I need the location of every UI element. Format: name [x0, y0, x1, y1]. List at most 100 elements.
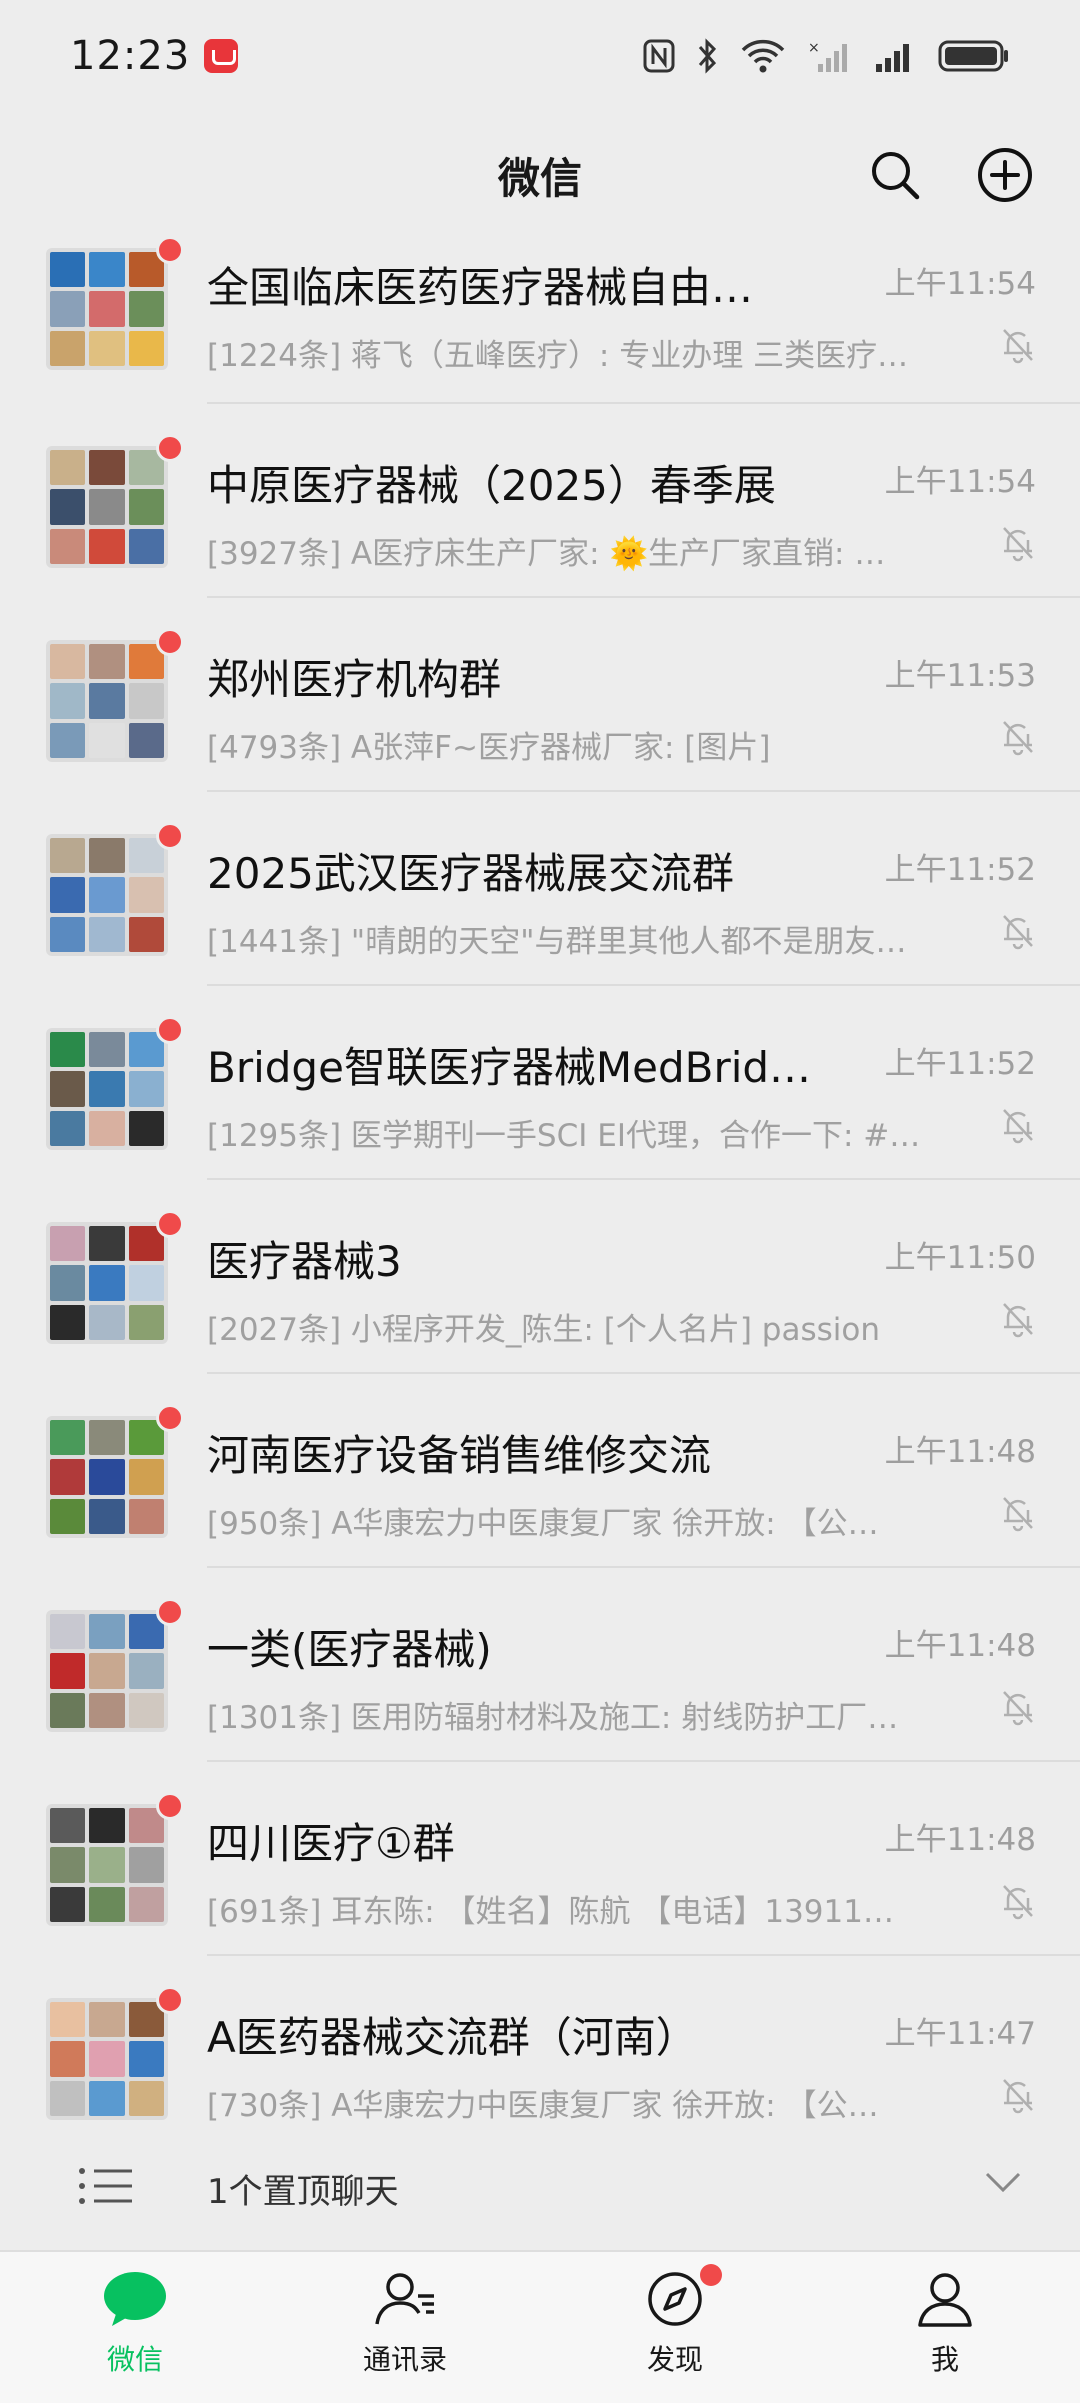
member-thumbnail: [50, 330, 86, 366]
chat-list: 全国临床医药医疗器械自由… 上午11:54 [1224条] 蒋飞（五峰医疗）: …: [0, 238, 1080, 2126]
tab-discover-label: 发现: [646, 2343, 703, 2376]
member-thumbnail: [50, 2002, 86, 2038]
member-thumbnail: [50, 1265, 86, 1301]
chat-preview: [1224条] 蒋飞（五峰医疗）: 专业办理 三类医疗…: [207, 338, 909, 374]
member-thumbnail: [128, 1304, 164, 1340]
person-icon: [918, 2273, 972, 2327]
member-thumbnail: [50, 450, 86, 486]
chat-time: 上午11:48: [884, 1434, 1036, 1470]
chat-item[interactable]: 四川医疗①群 上午11:48 [691条] 耳东陈: 【姓名】陈航 【电话】13…: [0, 1762, 1080, 1956]
mute-bell-icon: [1003, 1109, 1033, 1144]
chat-item[interactable]: 全国临床医药医疗器械自由… 上午11:54 [1224条] 蒋飞（五峰医疗）: …: [0, 238, 1080, 404]
member-thumbnail: [89, 1886, 125, 1922]
member-thumbnail: [128, 528, 164, 564]
chat-item[interactable]: Bridge智联医疗器械MedBrid… 上午11:52 [1295条] 医学期…: [0, 986, 1080, 1180]
member-thumbnail: [89, 1420, 125, 1456]
member-thumbnail: [128, 489, 164, 525]
member-thumbnail: [128, 916, 164, 952]
unread-dot: [156, 434, 184, 462]
member-thumbnail: [89, 877, 125, 913]
member-thumbnail: [128, 722, 164, 758]
member-thumbnail: [89, 644, 125, 680]
member-thumbnail: [89, 1498, 125, 1534]
search-button[interactable]: [860, 140, 930, 210]
mute-bell-icon: [1003, 1885, 1033, 1920]
member-thumbnail: [128, 1886, 164, 1922]
unread-dot: [156, 822, 184, 850]
member-thumbnail: [89, 291, 125, 327]
mute-bell-icon: [1003, 527, 1033, 562]
member-thumbnail: [128, 1692, 164, 1728]
member-thumbnail: [89, 1071, 125, 1107]
tab-discover[interactable]: 发现: [540, 2252, 810, 2403]
chat-preview: [950条] A华康宏力中医康复厂家 徐开放: 【公…: [207, 1506, 879, 1542]
group-avatar: [46, 1222, 168, 1344]
tab-chats-label: 微信: [106, 2343, 163, 2376]
chat-item[interactable]: 中原医疗器械（2025）春季展 上午11:54 [3927条] A医疗床生产厂家…: [0, 404, 1080, 598]
mute-bell-icon: [1003, 1303, 1033, 1338]
chat-name: 中原医疗器械（2025）春季展: [207, 461, 776, 510]
member-thumbnail: [128, 1265, 164, 1301]
tab-contacts[interactable]: 通讯录: [270, 2252, 540, 2403]
member-thumbnail: [89, 1459, 125, 1495]
tab-me[interactable]: 我: [810, 2252, 1080, 2403]
chat-name: 四川医疗①群: [207, 1819, 455, 1868]
member-thumbnail: [89, 2080, 125, 2116]
chat-item[interactable]: 郑州医疗机构群 上午11:53 [4793条] A张萍F~医疗器械厂家: [图片…: [0, 598, 1080, 792]
member-thumbnail: [89, 1110, 125, 1146]
chat-name: 郑州医疗机构群: [207, 655, 502, 704]
battery-icon: [938, 40, 1008, 72]
chat-item[interactable]: A医药器械交流群（河南） 上午11:47 [730条] A华康宏力中医康复厂家 …: [0, 1956, 1080, 2126]
member-thumbnail: [50, 644, 86, 680]
group-avatar: [46, 1028, 168, 1150]
member-thumbnail: [128, 1498, 164, 1534]
tab-me-label: 我: [930, 2343, 959, 2376]
member-thumbnail: [89, 528, 125, 564]
unread-dot: [156, 1210, 184, 1238]
top-header: 微信: [0, 112, 1080, 238]
member-thumbnail: [128, 1847, 164, 1883]
chat-item[interactable]: 一类(医疗器械) 上午11:48 [1301条] 医用防辐射材料及施工: 射线防…: [0, 1568, 1080, 1762]
list-icon: [79, 2168, 132, 2204]
unread-dot: [156, 1792, 184, 1820]
unread-dot: [156, 1986, 184, 2014]
tab-contacts-label: 通讯录: [362, 2343, 447, 2376]
member-thumbnail: [89, 252, 125, 288]
contacts-icon: [375, 2273, 434, 2325]
chat-name: 一类(医疗器械): [207, 1625, 492, 1674]
group-avatar: [46, 640, 168, 762]
group-avatar: [46, 834, 168, 956]
add-button[interactable]: [970, 140, 1040, 210]
member-thumbnail: [50, 1071, 86, 1107]
member-thumbnail: [128, 877, 164, 913]
unread-dot: [156, 1016, 184, 1044]
group-avatar: [46, 1610, 168, 1732]
member-thumbnail: [50, 1886, 86, 1922]
mute-bell-icon: [1003, 1497, 1033, 1532]
status-bar: 12:23 ×: [0, 0, 1080, 112]
member-thumbnail: [89, 1692, 125, 1728]
notification-app-icon: [204, 39, 239, 73]
chat-item[interactable]: 河南医疗设备销售维修交流 上午11:48 [950条] A华康宏力中医康复厂家 …: [0, 1374, 1080, 1568]
chat-name: 2025武汉医疗器械展交流群: [207, 849, 734, 898]
member-thumbnail: [50, 838, 86, 874]
chat-preview: [730条] A华康宏力中医康复厂家 徐开放: 【公…: [207, 2088, 879, 2124]
chat-preview: [2027条] 小程序开发_陈生: [个人名片] passion: [207, 1312, 880, 1348]
chat-item[interactable]: 医疗器械3 上午11:50 [2027条] 小程序开发_陈生: [个人名片] p…: [0, 1180, 1080, 1374]
group-avatar: [46, 1998, 168, 2120]
member-thumbnail: [50, 1692, 86, 1728]
mute-bell-icon: [1003, 329, 1033, 364]
chat-item[interactable]: 2025武汉医疗器械展交流群 上午11:52 [1441条] "晴朗的天空"与群…: [0, 792, 1080, 986]
bottom-nav: 微信 通讯录 发现 我: [0, 2250, 1080, 2403]
member-thumbnail: [50, 1110, 86, 1146]
member-thumbnail: [50, 683, 86, 719]
unread-dot: [156, 1404, 184, 1432]
member-thumbnail: [50, 489, 86, 525]
group-avatar: [46, 446, 168, 568]
member-thumbnail: [89, 683, 125, 719]
pinned-chats-bar[interactable]: 1个置顶聊天: [0, 2126, 1080, 2250]
member-thumbnail: [50, 1653, 86, 1689]
member-thumbnail: [89, 1847, 125, 1883]
group-avatar: [46, 248, 168, 370]
tab-chats[interactable]: 微信: [0, 2252, 270, 2403]
